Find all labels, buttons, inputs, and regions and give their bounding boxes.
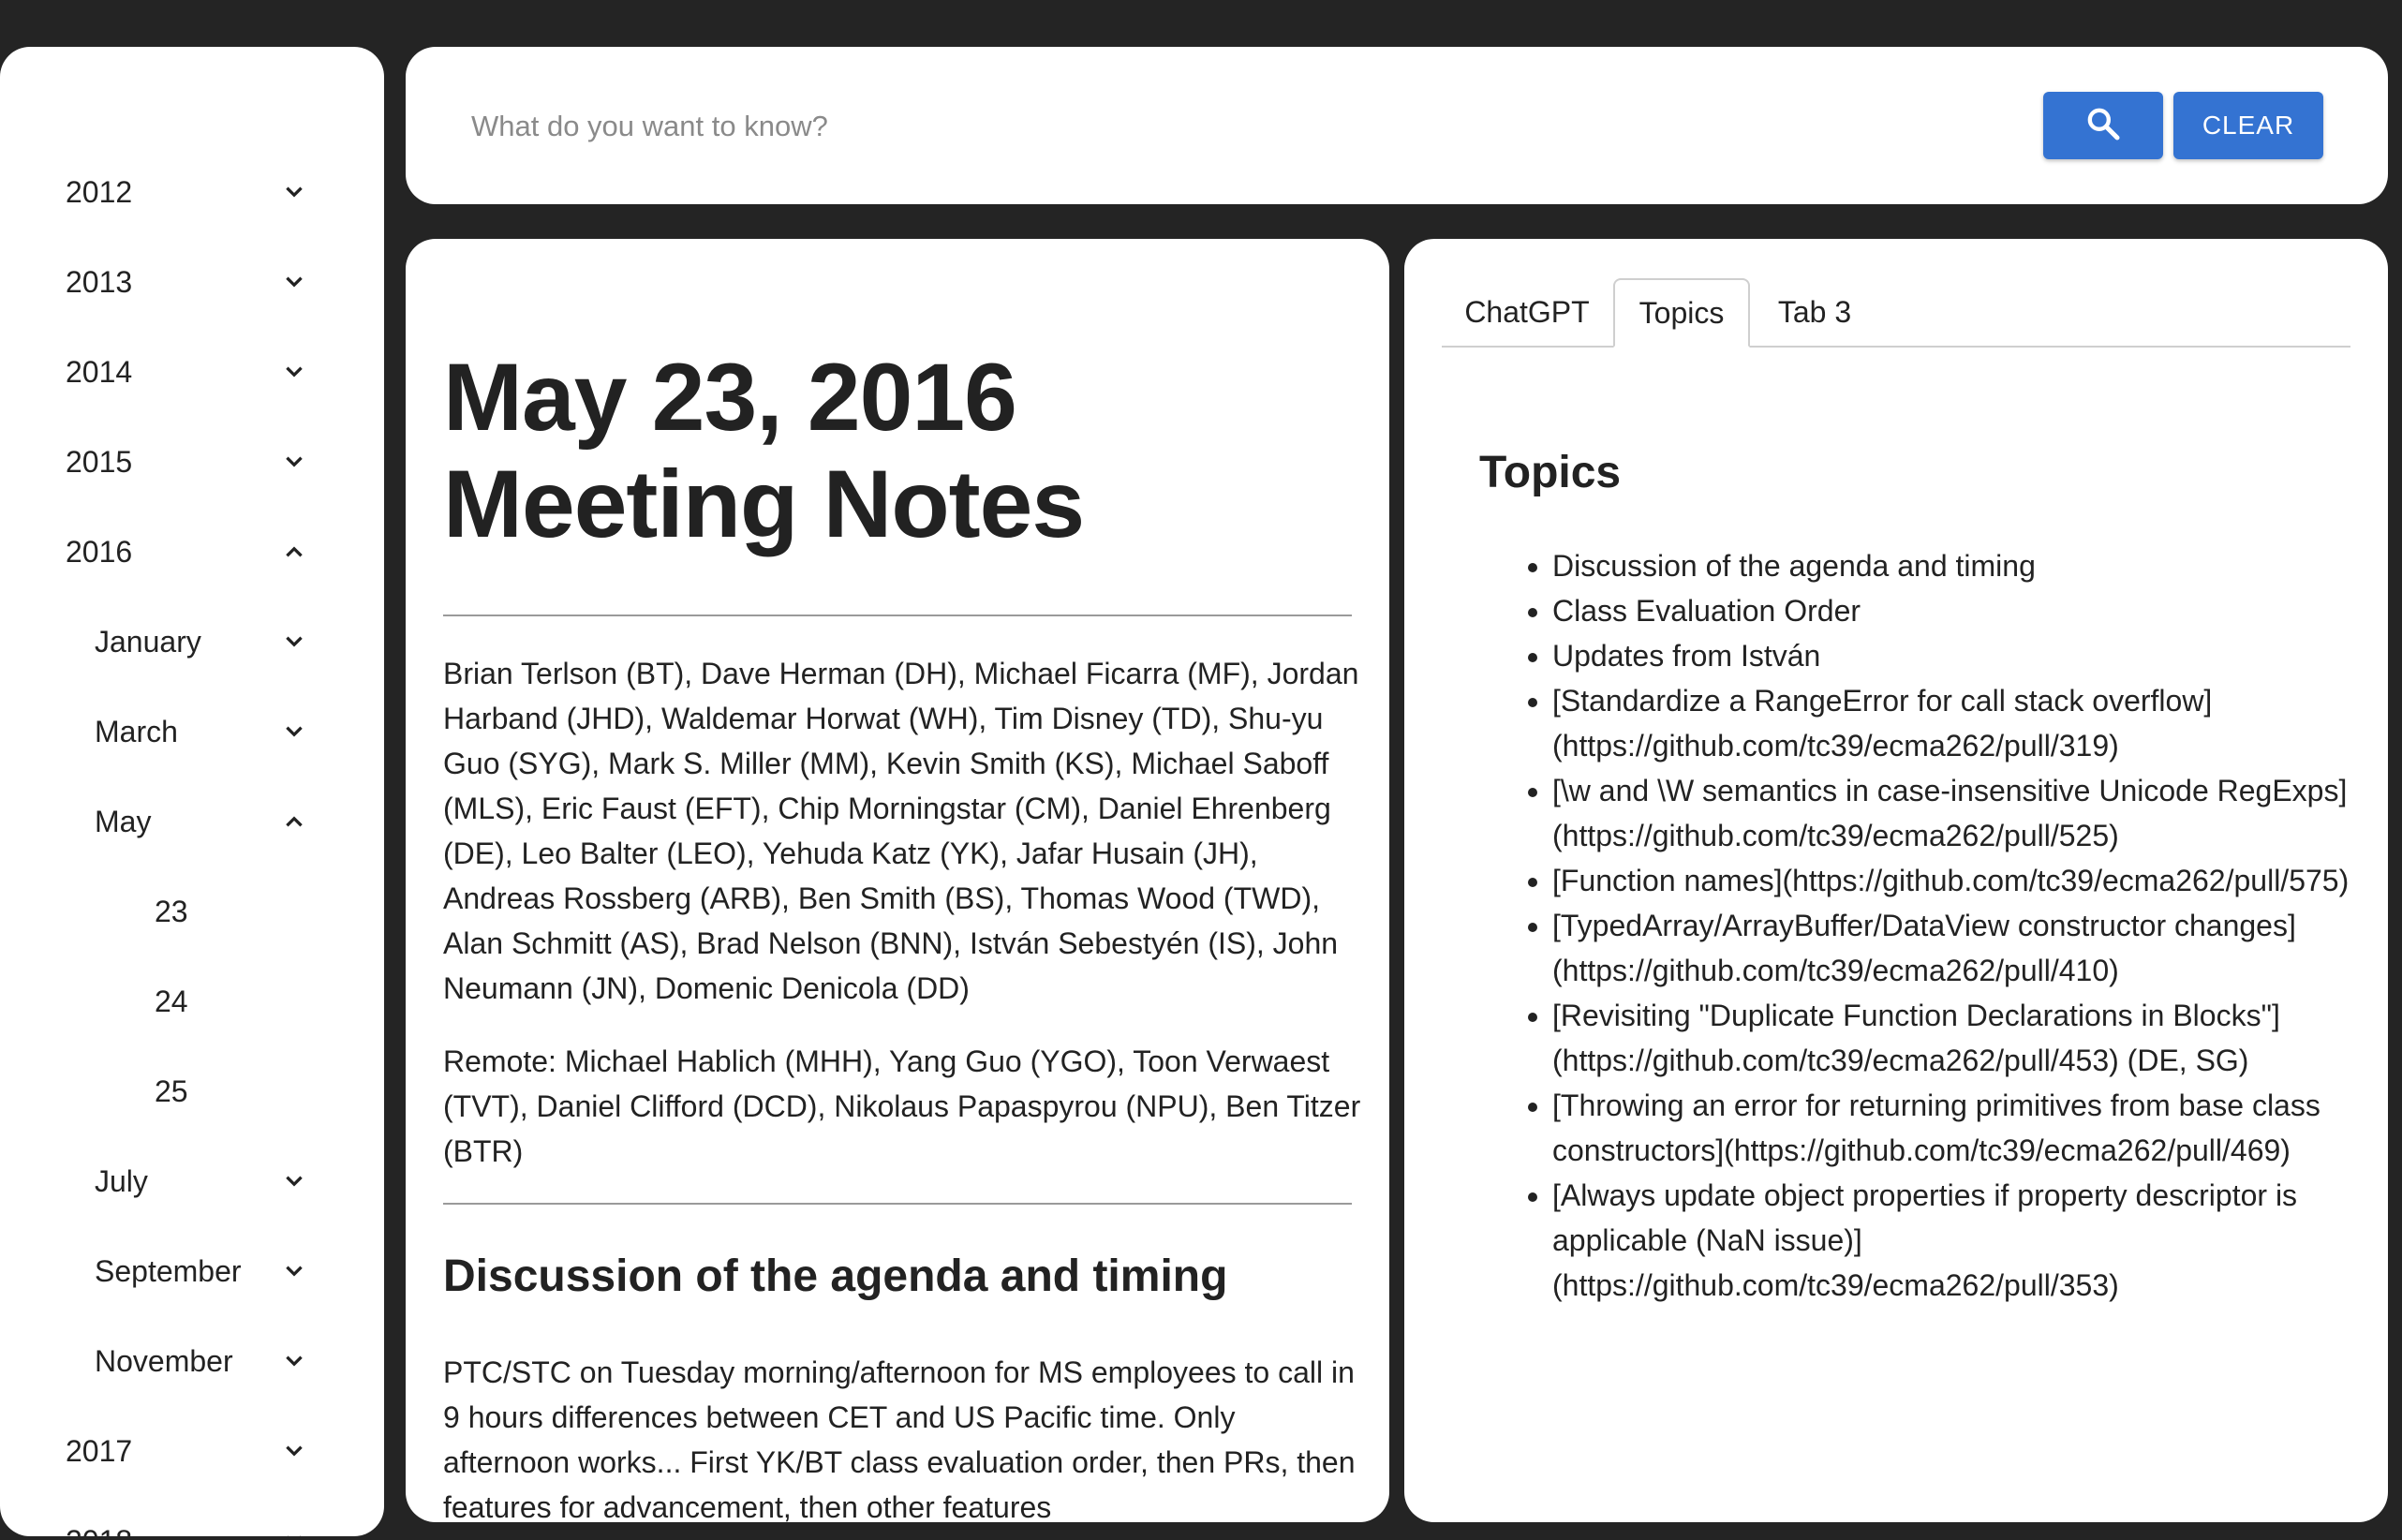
attendees-text: Brian Terlson (BT), Dave Herman (DH), Mi…: [443, 657, 1359, 1005]
chevron-down-icon[interactable]: [281, 1333, 307, 1389]
chevron-down-icon[interactable]: [281, 1513, 307, 1536]
tab-3[interactable]: Tab 3: [1751, 278, 1878, 346]
list-item: [Revisiting "Duplicate Function Declarat…: [1552, 993, 2358, 1083]
divider: [443, 615, 1352, 616]
sidebar-item-day-23[interactable]: 23: [155, 883, 323, 940]
search-bar: CLEAR: [406, 47, 2388, 204]
list-item: [TypedArray/ArrayBuffer/DataView constru…: [1552, 903, 2358, 993]
chevron-down-icon[interactable]: [281, 434, 307, 490]
tab-topics[interactable]: Topics: [1613, 278, 1750, 348]
chevron-down-icon[interactable]: [281, 254, 307, 310]
sidebar-item-label: 23: [155, 894, 188, 928]
chevron-up-icon[interactable]: [281, 524, 307, 580]
list-item: [\w and \W semantics in case-insensitive…: [1552, 768, 2358, 858]
chevron-down-icon[interactable]: [281, 1243, 307, 1299]
list-item: Class Evaluation Order: [1552, 588, 2358, 633]
chevron-down-icon[interactable]: [281, 614, 307, 670]
divider: [443, 1203, 1352, 1205]
clear-button[interactable]: CLEAR: [2173, 92, 2323, 159]
chevron-down-icon[interactable]: [281, 344, 307, 400]
tab-bar: ChatGPT Topics Tab 3: [1442, 278, 2350, 348]
chevron-down-icon[interactable]: [281, 164, 307, 220]
sidebar-item-day-25[interactable]: 25: [155, 1063, 323, 1119]
meeting-notes-panel: May 23, 2016 Meeting Notes Brian Terlson…: [406, 239, 1389, 1522]
section-heading: Discussion of the agenda and timing: [443, 1251, 1228, 1301]
list-item: [Throwing an error for returning primiti…: [1552, 1083, 2358, 1173]
tab-chatgpt[interactable]: ChatGPT: [1442, 278, 1612, 346]
search-button[interactable]: [2043, 92, 2163, 159]
sidebar-nav: 2012 2013 2014 2015 2016 January March M…: [0, 47, 384, 1536]
remote-attendees-text: Remote: Michael Hablich (MHH), Yang Guo …: [443, 1044, 1361, 1168]
topics-panel: ChatGPT Topics Tab 3 Topics Discussion o…: [1404, 239, 2388, 1522]
chevron-down-icon[interactable]: [281, 1153, 307, 1209]
chevron-up-icon[interactable]: [281, 793, 307, 850]
search-icon: [2084, 105, 2122, 147]
chevron-down-icon[interactable]: [281, 703, 307, 760]
chevron-down-icon[interactable]: [281, 1423, 307, 1479]
page-title: May 23, 2016 Meeting Notes: [443, 344, 1085, 557]
list-item: Discussion of the agenda and timing: [1552, 543, 2358, 588]
list-item: [Function names](https://github.com/tc39…: [1552, 858, 2358, 903]
section-text: PTC/STC on Tuesday morning/afternoon for…: [443, 1355, 1356, 1522]
sidebar-item-label: 24: [155, 984, 188, 1018]
topics-heading: Topics: [1479, 448, 1622, 497]
sidebar-item-day-24[interactable]: 24: [155, 973, 323, 1029]
sidebar-item-label: 25: [155, 1074, 188, 1108]
topics-list: Discussion of the agenda and timing Clas…: [1515, 543, 2358, 1308]
list-item: Updates from István: [1552, 633, 2358, 678]
list-item: [Standardize a RangeError for call stack…: [1552, 678, 2358, 768]
list-item: [Always update object properties if prop…: [1552, 1173, 2358, 1308]
